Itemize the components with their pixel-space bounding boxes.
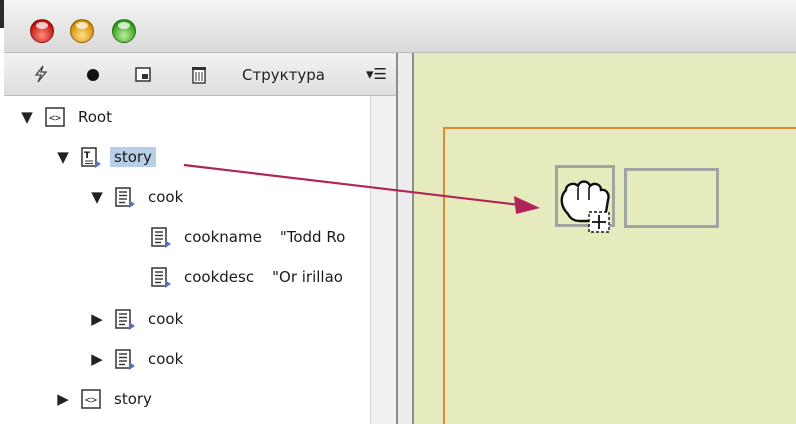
grab-hand-cursor-icon (560, 180, 610, 233)
drag-overlay (183, 163, 610, 233)
drag-arrow (183, 163, 540, 214)
